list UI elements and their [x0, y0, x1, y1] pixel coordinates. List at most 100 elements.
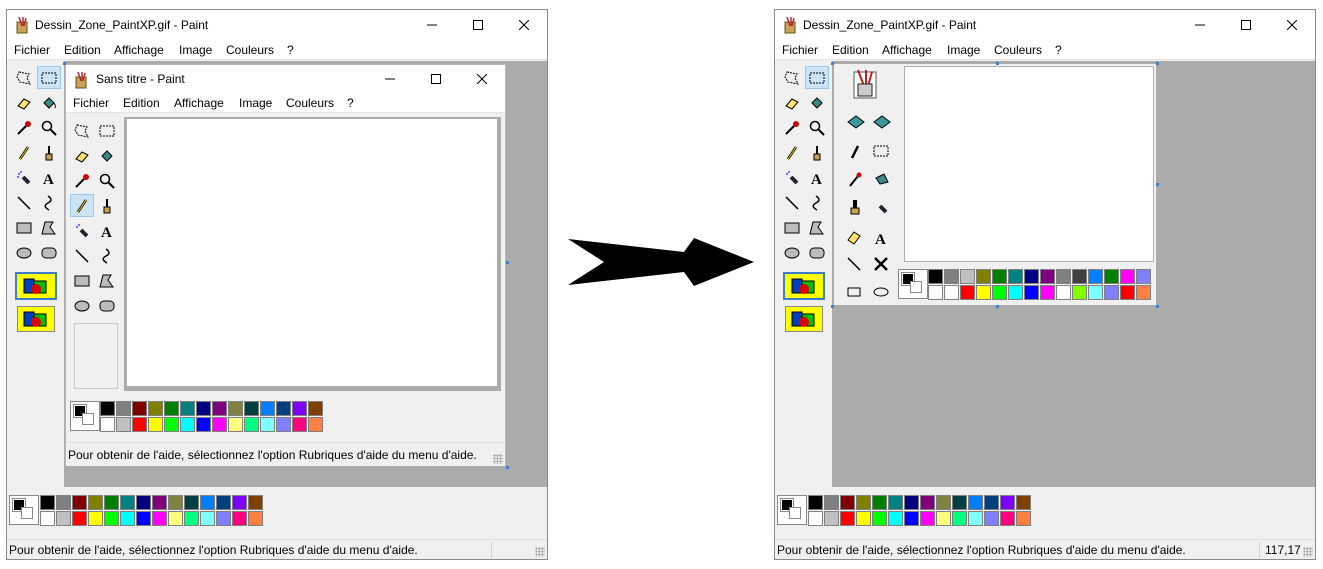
color-swatch[interactable] [116, 417, 131, 432]
tool-curve[interactable] [95, 244, 119, 267]
color-swatch[interactable] [1024, 269, 1039, 284]
tool-magnifier[interactable] [805, 116, 829, 139]
color-swatch[interactable] [100, 417, 115, 432]
tool-color-picker[interactable] [780, 116, 804, 139]
color-swatch[interactable] [992, 285, 1007, 300]
resize-grip[interactable] [1303, 547, 1313, 557]
tool-airbrush[interactable] [70, 219, 94, 242]
paint-xp-mockup-image[interactable]: A [834, 64, 1156, 305]
menu-image[interactable]: Image [179, 43, 212, 57]
color-swatch[interactable] [184, 495, 199, 510]
color-swatch[interactable] [1024, 285, 1039, 300]
color-swatch[interactable] [944, 285, 959, 300]
color-swatch[interactable] [40, 495, 55, 510]
menu-affichage[interactable]: Affichage [114, 43, 164, 57]
color-swatch[interactable] [904, 511, 919, 526]
color-swatch[interactable] [824, 495, 839, 510]
inner-menu-edition[interactable]: Edition [123, 96, 160, 110]
tool-pencil[interactable] [70, 194, 94, 217]
tool-eraser[interactable] [70, 144, 94, 167]
inner-menu-fichier[interactable]: Fichier [73, 96, 109, 110]
color-swatch[interactable] [888, 495, 903, 510]
color-swatch[interactable] [992, 269, 1007, 284]
tool-line[interactable] [12, 191, 36, 214]
color-swatch[interactable] [308, 417, 323, 432]
tool-rounded-rect[interactable] [805, 241, 829, 264]
minimize-button[interactable] [1177, 10, 1223, 39]
color-swatch[interactable] [856, 495, 871, 510]
color-swatch[interactable] [1120, 269, 1135, 284]
color-swatch[interactable] [1072, 285, 1087, 300]
color-swatch[interactable] [808, 511, 823, 526]
color-swatch[interactable] [984, 495, 999, 510]
color-swatch[interactable] [1136, 285, 1151, 300]
tool-airbrush[interactable] [780, 166, 804, 189]
color-swatch[interactable] [88, 511, 103, 526]
color-swatch[interactable] [976, 269, 991, 284]
tool-text[interactable]: A [95, 219, 119, 242]
tool-brush[interactable] [37, 141, 61, 164]
color-swatch[interactable] [104, 511, 119, 526]
color-swatch[interactable] [180, 417, 195, 432]
tool-rectangle[interactable] [70, 269, 94, 292]
menu-couleurs[interactable]: Couleurs [226, 43, 274, 57]
color-swatch[interactable] [976, 285, 991, 300]
resize-handle[interactable] [1156, 183, 1159, 186]
color-swatch[interactable] [164, 417, 179, 432]
tool-free-select[interactable] [12, 66, 36, 89]
tool-line[interactable] [780, 191, 804, 214]
resize-handle[interactable] [1156, 305, 1159, 308]
maximize-button[interactable] [455, 10, 501, 39]
inner-menu-affichage[interactable]: Affichage [174, 96, 224, 110]
transparency-transparent-option[interactable] [785, 306, 823, 332]
color-swatch[interactable] [184, 511, 199, 526]
tool-color-picker[interactable] [70, 169, 94, 192]
menu-affichage[interactable]: Affichage [882, 43, 932, 57]
tool-pencil[interactable] [12, 141, 36, 164]
resize-handle[interactable] [996, 305, 999, 308]
color-swatch[interactable] [56, 511, 71, 526]
tool-options-panel[interactable] [74, 323, 118, 389]
color-swatch[interactable] [1000, 495, 1015, 510]
color-swatch[interactable] [960, 269, 975, 284]
color-swatch[interactable] [200, 511, 215, 526]
color-swatch[interactable] [1104, 269, 1119, 284]
color-swatch[interactable] [872, 511, 887, 526]
color-swatch[interactable] [1136, 269, 1151, 284]
color-swatch[interactable] [248, 495, 263, 510]
color-swatch[interactable] [216, 495, 231, 510]
color-swatch[interactable] [72, 511, 87, 526]
color-swatch[interactable] [928, 269, 943, 284]
color-swatch[interactable] [936, 511, 951, 526]
color-swatch[interactable] [216, 511, 231, 526]
tool-rect-select[interactable] [95, 119, 119, 142]
maximize-button[interactable] [1223, 10, 1269, 39]
tool-line[interactable] [70, 244, 94, 267]
color-swatch[interactable] [212, 417, 227, 432]
tool-polygon[interactable] [95, 269, 119, 292]
tool-rectangle[interactable] [12, 216, 36, 239]
resize-grip[interactable] [493, 454, 503, 464]
tool-color-picker[interactable] [12, 116, 36, 139]
tool-ellipse[interactable] [780, 241, 804, 264]
tool-fill[interactable] [95, 144, 119, 167]
color-swatch[interactable] [152, 511, 167, 526]
color-swatch[interactable] [1056, 285, 1071, 300]
inner-drawing-canvas[interactable] [127, 119, 497, 386]
color-swatch[interactable] [132, 417, 147, 432]
color-swatch[interactable] [984, 511, 999, 526]
current-colors[interactable] [70, 401, 100, 431]
tool-rounded-rect[interactable] [95, 294, 119, 317]
color-swatch[interactable] [808, 495, 823, 510]
resize-handle[interactable] [831, 62, 834, 65]
tool-text[interactable]: A [37, 166, 61, 189]
color-swatch[interactable] [904, 495, 919, 510]
color-swatch[interactable] [196, 417, 211, 432]
tool-ellipse[interactable] [12, 241, 36, 264]
inner-minimize-button[interactable] [367, 65, 413, 92]
tool-rounded-rect[interactable] [37, 241, 61, 264]
color-swatch[interactable] [180, 401, 195, 416]
color-swatch[interactable] [920, 495, 935, 510]
color-swatch[interactable] [244, 417, 259, 432]
tool-rectangle[interactable] [780, 216, 804, 239]
